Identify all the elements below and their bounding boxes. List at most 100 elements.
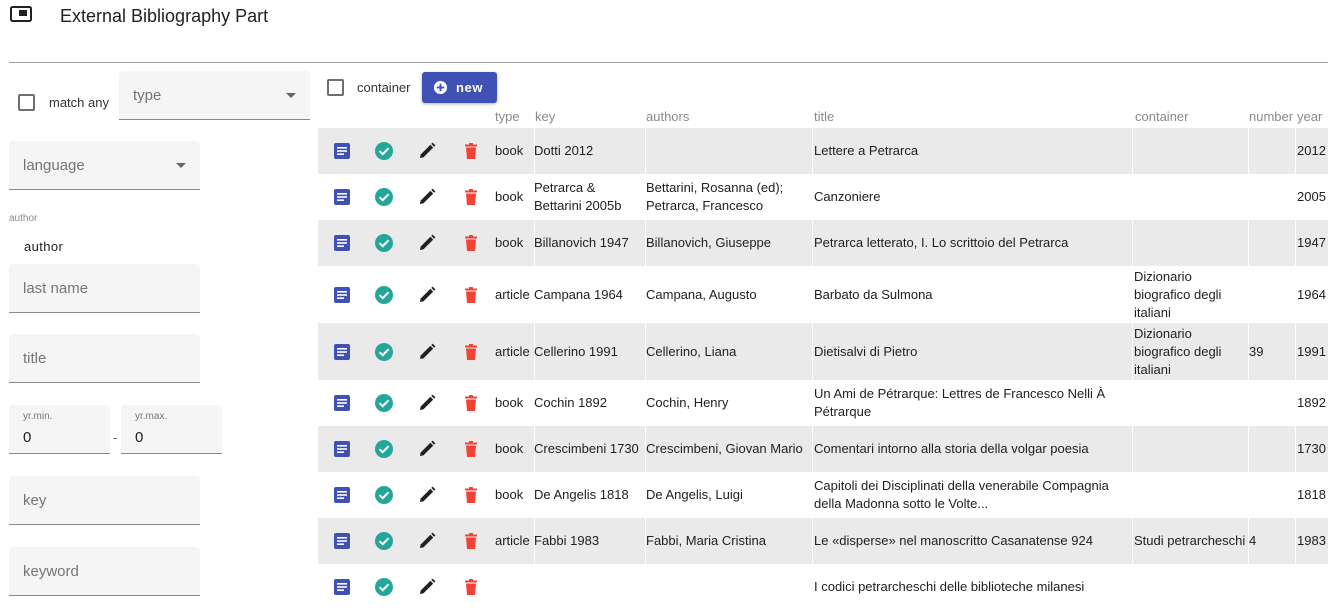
view-icon[interactable] [332, 577, 352, 597]
cell-title: Barbato da Sulmona [814, 286, 933, 302]
pencil-icon[interactable] [417, 187, 437, 207]
cell-year: 2012 [1297, 143, 1326, 158]
cell-container [1134, 220, 1248, 266]
trash-icon[interactable] [461, 485, 481, 505]
cell-container [1134, 564, 1248, 610]
last-name-input[interactable]: last name [9, 264, 200, 313]
check-circle-icon[interactable] [374, 285, 394, 305]
check-circle-icon[interactable] [374, 342, 394, 362]
year-max-input[interactable]: yr.max. 0 [121, 405, 222, 454]
pencil-icon[interactable] [417, 577, 437, 597]
view-icon[interactable] [332, 285, 352, 305]
cell-authors [646, 564, 812, 610]
cell-number [1249, 128, 1295, 174]
cell-year: 1892 [1297, 395, 1326, 410]
cell-key: Campana 1964 [534, 286, 623, 302]
column-header-type: type [495, 109, 520, 124]
cell-title: Le «disperse» nel manoscritto Casanatens… [814, 533, 1093, 548]
check-circle-icon[interactable] [374, 439, 394, 459]
trash-icon[interactable] [461, 439, 481, 459]
view-icon[interactable] [332, 342, 352, 362]
cell-number: 39 [1249, 343, 1264, 359]
table-row[interactable]: book Cochin 1892 Cochin, Henry Un Ami de Pé… [318, 380, 1328, 426]
panel-icon [10, 6, 32, 22]
check-circle-icon[interactable] [374, 141, 394, 161]
table-row[interactable]: book Petrarca & Bettarini 2005b Bettarini,… [318, 174, 1328, 220]
trash-icon[interactable] [461, 187, 481, 207]
view-icon[interactable] [332, 187, 352, 207]
table-row[interactable]: article Fabbi 1983 Fabbi, Maria Cristina Le… [318, 518, 1328, 564]
cell-authors: Fabbi, Maria Cristina [646, 533, 766, 548]
pencil-icon[interactable] [417, 233, 437, 253]
title-input[interactable]: title [9, 334, 200, 383]
cell-type: book [495, 487, 524, 502]
cell-year: 1818 [1297, 487, 1326, 502]
cell-type: book [495, 189, 524, 204]
cell-key: De Angelis 1818 [534, 487, 629, 502]
cell-container: Dizionario biografico degli italiani [1134, 325, 1222, 377]
trash-icon[interactable] [461, 141, 481, 161]
pencil-icon[interactable] [417, 285, 437, 305]
check-circle-icon[interactable] [374, 233, 394, 253]
new-button[interactable]: new [422, 72, 497, 103]
view-icon[interactable] [332, 531, 352, 551]
check-circle-icon[interactable] [374, 531, 394, 551]
pencil-icon[interactable] [417, 439, 437, 459]
column-separator [1132, 220, 1133, 266]
year-max-label: yr.max. [135, 411, 168, 422]
table-row[interactable]: I codici petrarcheschi delle biblioteche… [318, 564, 1328, 610]
year-min-input[interactable]: yr.min. 0 [9, 405, 110, 454]
column-separator [812, 518, 813, 564]
trash-icon[interactable] [461, 393, 481, 413]
cell-year: 1991 [1297, 343, 1326, 359]
year-range-separator: - [113, 430, 118, 445]
table-row[interactable]: book Billanovich 1947 Billanovich, Giusepp… [318, 220, 1328, 266]
view-icon[interactable] [332, 233, 352, 253]
cell-title: Dietisalvi di Pietro [814, 343, 918, 359]
check-circle-icon[interactable] [374, 485, 394, 505]
container-checkbox[interactable] [327, 79, 344, 96]
view-icon[interactable] [332, 439, 352, 459]
trash-icon[interactable] [461, 233, 481, 253]
check-circle-icon[interactable] [374, 393, 394, 413]
trash-icon[interactable] [461, 531, 481, 551]
cell-number [1249, 472, 1295, 518]
table-row[interactable]: book Dotti 2012 Lettere a Petrarca 2012 [318, 128, 1328, 174]
column-header-container: container [1135, 109, 1189, 124]
language-select[interactable]: language [9, 141, 200, 190]
cell-authors: Campana, Augusto [646, 286, 757, 302]
pencil-icon[interactable] [417, 485, 437, 505]
type-select[interactable]: type [119, 71, 310, 120]
trash-icon[interactable] [461, 577, 481, 597]
cell-key: Dotti 2012 [534, 143, 594, 158]
view-icon[interactable] [332, 141, 352, 161]
check-circle-icon[interactable] [374, 577, 394, 597]
match-any-checkbox[interactable] [18, 94, 35, 111]
pencil-icon[interactable] [417, 141, 437, 161]
pencil-icon[interactable] [417, 393, 437, 413]
pencil-icon[interactable] [417, 531, 437, 551]
check-circle-icon[interactable] [374, 187, 394, 207]
pencil-icon[interactable] [417, 342, 437, 362]
cell-number [1249, 380, 1295, 426]
view-icon[interactable] [332, 485, 352, 505]
table-row[interactable]: article Campana 1964 Campana, Augusto Barba… [318, 266, 1328, 323]
trash-icon[interactable] [461, 342, 481, 362]
cell-authors: Crescimbeni, Giovan Mario [646, 441, 803, 456]
table-row[interactable]: book Crescimbeni 1730 Crescimbeni, Giovan … [318, 426, 1328, 472]
view-icon[interactable] [332, 393, 352, 413]
table-row[interactable]: book De Angelis 1818 De Angelis, Luigi Capi… [318, 472, 1328, 518]
trash-icon[interactable] [461, 285, 481, 305]
column-separator [1132, 128, 1133, 174]
cell-container: Studi petrarcheschi [1134, 533, 1246, 548]
cell-title: I codici petrarcheschi delle biblioteche… [814, 579, 1085, 594]
table-row[interactable]: article Cellerino 1991 Cellerino, Liana Die… [318, 323, 1328, 380]
column-separator [1132, 518, 1133, 564]
key-input[interactable]: key [9, 476, 200, 525]
keyword-input[interactable]: keyword [9, 547, 200, 596]
column-separator [1295, 518, 1296, 564]
chevron-down-icon [176, 163, 186, 168]
cell-type: article [495, 286, 530, 302]
cell-type: book [495, 395, 524, 410]
cell-number: 4 [1249, 533, 1257, 548]
